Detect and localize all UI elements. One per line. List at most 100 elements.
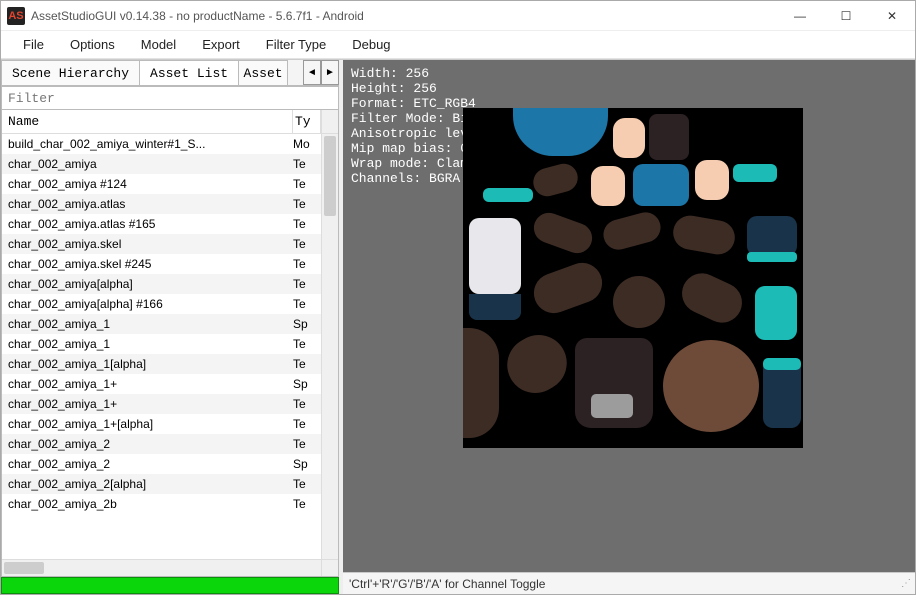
table-row[interactable]: char_002_amiya_1Sp: [2, 314, 321, 334]
cell-name: char_002_amiya_2: [2, 437, 293, 451]
cell-type: Mo: [293, 137, 321, 151]
table-row[interactable]: char_002_amiya_1+Te: [2, 394, 321, 414]
list-body: build_char_002_amiya_winter#1_S...Mochar…: [2, 134, 338, 559]
table-row[interactable]: char_002_amiya #124Te: [2, 174, 321, 194]
cell-name: char_002_amiya[alpha]: [2, 277, 293, 291]
sprite-blob: [763, 358, 801, 370]
app-icon: AS: [7, 7, 25, 25]
cell-type: Te: [293, 357, 321, 371]
menu-filter-type[interactable]: Filter Type: [254, 33, 338, 56]
table-row[interactable]: char_002_amiya_2bTe: [2, 494, 321, 514]
cell-name: build_char_002_amiya_winter#1_S...: [2, 137, 293, 151]
sprite-blob: [513, 108, 608, 156]
cell-name: char_002_amiya_1+: [2, 377, 293, 391]
table-row[interactable]: char_002_amiya_1+Sp: [2, 374, 321, 394]
status-bar-right: 'Ctrl'+'R'/'G'/'B'/'A' for Channel Toggl…: [343, 572, 915, 594]
texture-canvas: [463, 108, 803, 448]
maximize-button[interactable]: ☐: [823, 1, 869, 30]
table-row[interactable]: char_002_amiya_1+[alpha]Te: [2, 414, 321, 434]
table-row[interactable]: char_002_amiya.atlas #165Te: [2, 214, 321, 234]
cell-name: char_002_amiya: [2, 157, 293, 171]
table-row[interactable]: char_002_amiya_2Te: [2, 434, 321, 454]
table-row[interactable]: build_char_002_amiya_winter#1_S...Mo: [2, 134, 321, 154]
cell-name: char_002_amiya #124: [2, 177, 293, 191]
cell-name: char_002_amiya_1: [2, 337, 293, 351]
sprite-blob: [695, 160, 729, 200]
sprite-blob: [600, 209, 664, 253]
cell-type: Sp: [293, 377, 321, 391]
menu-model[interactable]: Model: [129, 33, 188, 56]
cell-type: Te: [293, 397, 321, 411]
cell-type: Te: [293, 337, 321, 351]
cell-type: Te: [293, 497, 321, 511]
sprite-blob: [497, 325, 577, 403]
vertical-scroll-thumb[interactable]: [324, 136, 336, 216]
table-row[interactable]: char_002_amiya.atlasTe: [2, 194, 321, 214]
column-header-type[interactable]: Ty: [293, 110, 321, 133]
menu-file[interactable]: File: [11, 33, 56, 56]
cell-name: char_002_amiya.atlas #165: [2, 217, 293, 231]
sprite-blob: [591, 394, 633, 418]
tab-asset-list[interactable]: Asset List: [139, 60, 239, 85]
sprite-blob: [733, 164, 777, 182]
cell-name: char_002_amiya_2b: [2, 497, 293, 511]
sprite-blob: [483, 188, 533, 202]
resize-grip-icon[interactable]: ⋰: [901, 578, 909, 589]
sprite-blob: [463, 328, 499, 438]
window-title: AssetStudioGUI v0.14.38 - no productName…: [31, 9, 777, 23]
cell-type: Te: [293, 217, 321, 231]
table-row[interactable]: char_002_amiya_2[alpha]Te: [2, 474, 321, 494]
sprite-blob: [747, 216, 797, 256]
cell-type: Te: [293, 277, 321, 291]
cell-type: Te: [293, 177, 321, 191]
minimize-button[interactable]: —: [777, 1, 823, 30]
title-bar[interactable]: AS AssetStudioGUI v0.14.38 - no productN…: [1, 1, 915, 31]
close-button[interactable]: ✕: [869, 1, 915, 30]
sprite-blob: [530, 209, 597, 258]
cell-type: Te: [293, 257, 321, 271]
tab-scene-hierarchy[interactable]: Scene Hierarchy: [1, 60, 140, 85]
cell-name: char_002_amiya.atlas: [2, 197, 293, 211]
horizontal-scrollbar[interactable]: [2, 560, 321, 576]
table-row[interactable]: char_002_amiya.skel #245Te: [2, 254, 321, 274]
sprite-blob: [469, 294, 521, 320]
cell-name: char_002_amiya_1+[alpha]: [2, 417, 293, 431]
menu-debug[interactable]: Debug: [340, 33, 402, 56]
preview-area[interactable]: Width: 256 Height: 256 Format: ETC_RGB4 …: [343, 60, 915, 572]
tab-asset[interactable]: Asset: [238, 60, 288, 85]
cell-name: char_002_amiya_1: [2, 317, 293, 331]
window-controls: — ☐ ✕: [777, 1, 915, 30]
table-row[interactable]: char_002_amiya_2Sp: [2, 454, 321, 474]
left-panel: Scene Hierarchy Asset List Asset ◄ ► Fil…: [1, 60, 343, 594]
cell-name: char_002_amiya_1[alpha]: [2, 357, 293, 371]
table-row[interactable]: char_002_amiyaTe: [2, 154, 321, 174]
table-row[interactable]: char_002_amiya_1Te: [2, 334, 321, 354]
menu-options[interactable]: Options: [58, 33, 127, 56]
content-area: Scene Hierarchy Asset List Asset ◄ ► Fil…: [1, 59, 915, 594]
rows-container[interactable]: build_char_002_amiya_winter#1_S...Mochar…: [2, 134, 321, 559]
cell-name: char_002_amiya.skel: [2, 237, 293, 251]
table-row[interactable]: char_002_amiya[alpha] #166Te: [2, 294, 321, 314]
status-text: 'Ctrl'+'R'/'G'/'B'/'A' for Channel Toggl…: [349, 577, 545, 591]
sprite-blob: [469, 218, 521, 294]
column-header-name[interactable]: Name: [2, 110, 293, 133]
asset-list: Name Ty build_char_002_amiya_winter#1_S.…: [1, 110, 339, 577]
tab-nav-left-icon[interactable]: ◄: [303, 60, 321, 85]
vertical-scrollbar[interactable]: [321, 134, 338, 559]
cell-type: Te: [293, 477, 321, 491]
right-panel: Width: 256 Height: 256 Format: ETC_RGB4 …: [343, 60, 915, 594]
tab-nav-right-icon[interactable]: ►: [321, 60, 339, 85]
cell-type: Te: [293, 157, 321, 171]
sprite-blob: [755, 286, 797, 340]
filter-input[interactable]: Filter: [1, 86, 339, 110]
cell-name: char_002_amiya.skel #245: [2, 257, 293, 271]
table-row[interactable]: char_002_amiya[alpha]Te: [2, 274, 321, 294]
horizontal-scroll-thumb[interactable]: [4, 562, 44, 574]
table-row[interactable]: char_002_amiya.skelTe: [2, 234, 321, 254]
cell-type: Te: [293, 237, 321, 251]
menu-export[interactable]: Export: [190, 33, 252, 56]
sprite-blob: [613, 276, 665, 328]
cell-name: char_002_amiya_2: [2, 457, 293, 471]
scroll-corner: [321, 560, 338, 576]
table-row[interactable]: char_002_amiya_1[alpha]Te: [2, 354, 321, 374]
